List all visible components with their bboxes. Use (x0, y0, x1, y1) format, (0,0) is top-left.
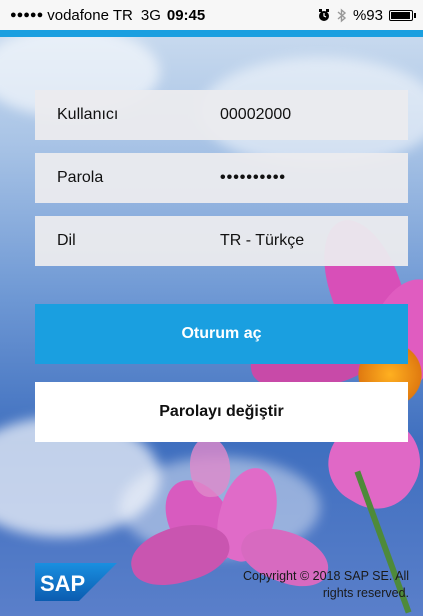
copyright-line-2: rights reserved. (322, 586, 409, 600)
battery-icon (389, 9, 416, 21)
battery-percent: %93 (352, 6, 383, 24)
carrier-name: vodafone TR (47, 6, 133, 24)
language-value[interactable]: TR - Türkçe (220, 232, 408, 250)
login-button[interactable]: Oturum aç (35, 304, 408, 364)
password-label: Parola (57, 169, 104, 186)
accent-bar (0, 30, 423, 37)
sap-logo: SAP (35, 563, 117, 601)
status-bar: ●●●●● vodafone TR 3G 09:45 %93 (0, 0, 423, 30)
app-screen: ●●●●● vodafone TR 3G 09:45 %93 Kullanıcı… (0, 0, 423, 616)
bluetooth-icon (337, 7, 347, 23)
clock: 09:45 (166, 6, 206, 24)
sap-logo-text: SAP (40, 571, 85, 596)
language-label: Dil (57, 232, 76, 249)
username-field[interactable]: Kullanıcı 00002000 (35, 90, 408, 140)
copyright-text: Copyright © 2018 SAP SE. All rights rese… (209, 568, 409, 602)
change-password-button[interactable]: Parolayı değiştir (35, 382, 408, 442)
copyright-line-1: Copyright © 2018 SAP SE. All (242, 569, 409, 583)
language-field[interactable]: Dil TR - Türkçe (35, 216, 408, 266)
username-label: Kullanıcı (57, 106, 119, 123)
password-value[interactable]: •••••••••• (220, 169, 408, 187)
alarm-icon (318, 9, 329, 21)
status-right-group: %93 (317, 6, 416, 24)
password-field[interactable]: Parola •••••••••• (35, 153, 408, 203)
username-value[interactable]: 00002000 (220, 106, 408, 124)
signal-strength-icon: ●●●●● (10, 9, 44, 21)
network-type: 3G (140, 6, 161, 24)
